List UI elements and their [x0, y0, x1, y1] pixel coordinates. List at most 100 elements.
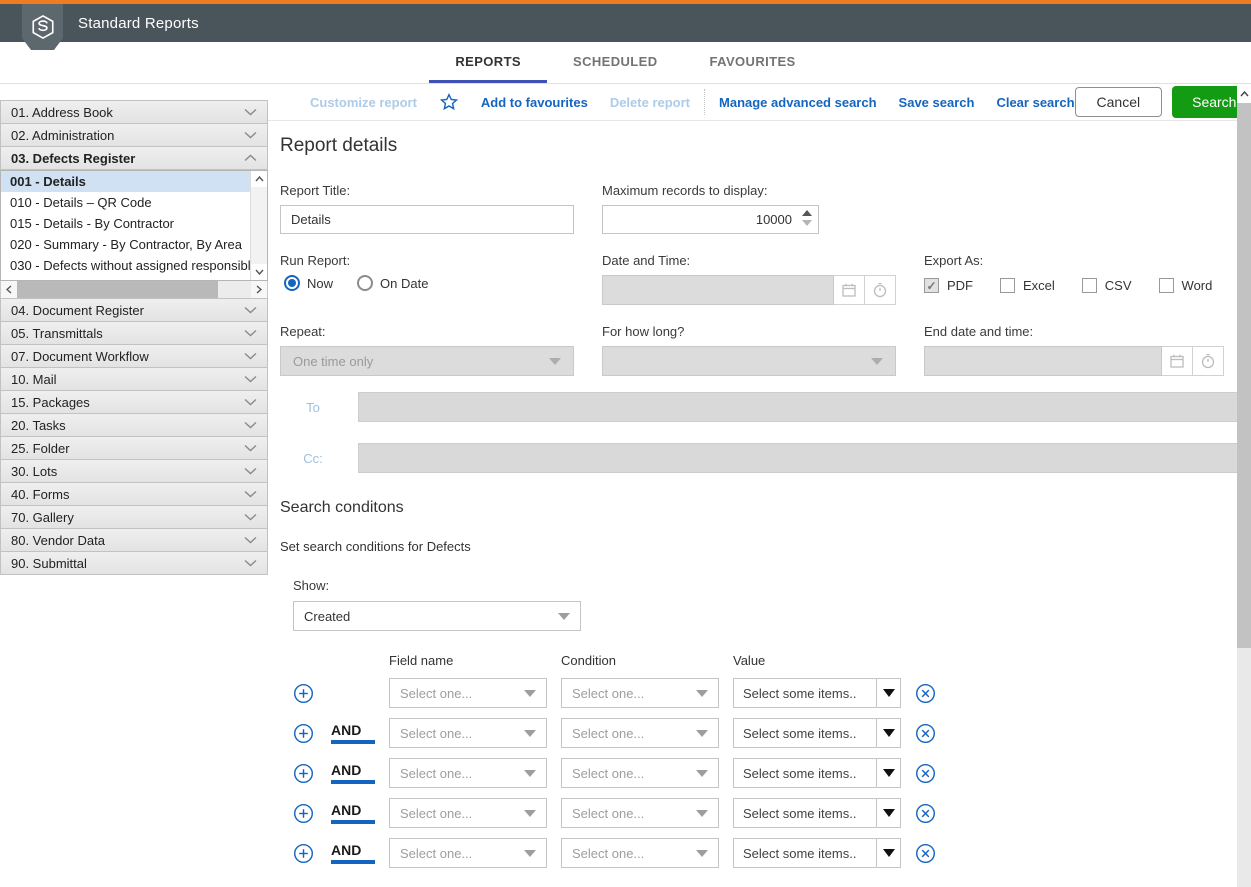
remove-condition-icon[interactable]: [915, 723, 939, 744]
manage-advanced-search-button[interactable]: Manage advanced search: [719, 95, 877, 110]
report-title-input[interactable]: [280, 205, 574, 234]
calendar-icon[interactable]: [834, 275, 865, 305]
add-to-favourites-button[interactable]: Add to favourites: [481, 95, 588, 110]
scroll-left-icon[interactable]: [1, 281, 17, 298]
condition-select[interactable]: Select one...: [561, 798, 719, 828]
run-on-date-radio[interactable]: On Date: [357, 275, 428, 291]
sidebar-item-tasks[interactable]: 20. Tasks: [0, 413, 268, 437]
value-multiselect[interactable]: Select some items..: [733, 678, 901, 708]
run-now-radio[interactable]: Now: [284, 275, 333, 291]
chevron-down-icon: [882, 769, 895, 777]
condition-select[interactable]: Select one...: [561, 838, 719, 868]
sidebar-item-packages[interactable]: 15. Packages: [0, 390, 268, 414]
list-vertical-scrollbar[interactable]: [250, 171, 267, 280]
show-select[interactable]: Created: [293, 601, 581, 631]
add-condition-icon[interactable]: [293, 723, 317, 744]
dropdown-button[interactable]: [876, 839, 900, 867]
dropdown-button[interactable]: [876, 679, 900, 707]
chevron-down-icon: [244, 444, 257, 452]
add-condition-icon[interactable]: [293, 843, 317, 864]
export-excel-checkbox[interactable]: Excel: [1000, 278, 1055, 293]
field-name-select[interactable]: Select one...: [389, 678, 547, 708]
remove-condition-icon[interactable]: [915, 763, 939, 784]
field-name-select[interactable]: Select one...: [389, 838, 547, 868]
clock-icon[interactable]: [865, 275, 896, 305]
scrollbar-track[interactable]: [17, 281, 251, 298]
sidebar-item-transmittals[interactable]: 05. Transmittals: [0, 321, 268, 345]
sidebar-item-document-register[interactable]: 04. Document Register: [0, 298, 268, 322]
dropdown-button[interactable]: [876, 799, 900, 827]
chevron-down-icon: [244, 352, 257, 360]
clear-search-button[interactable]: Clear search: [996, 95, 1074, 110]
scroll-right-icon[interactable]: [251, 281, 267, 298]
sidebar-item-administration[interactable]: 02. Administration: [0, 123, 268, 147]
condition-select[interactable]: Select one...: [561, 678, 719, 708]
condition-select[interactable]: Select one...: [561, 718, 719, 748]
sidebar-item-forms[interactable]: 40. Forms: [0, 482, 268, 506]
sidebar-item-defects-register[interactable]: 03. Defects Register: [0, 146, 268, 170]
export-word-checkbox[interactable]: Word: [1158, 278, 1212, 293]
add-condition-icon[interactable]: [293, 803, 317, 824]
add-condition-icon[interactable]: [293, 763, 317, 784]
sidebar-item-mail[interactable]: 10. Mail: [0, 367, 268, 391]
list-item[interactable]: 010 - Details – QR Code: [1, 192, 250, 213]
tab-favourites[interactable]: FAVOURITES: [684, 42, 822, 83]
list-item[interactable]: 020 - Summary - By Contractor, By Area: [1, 234, 250, 255]
number-stepper[interactable]: [802, 210, 812, 226]
calendar-icon[interactable]: [1162, 346, 1193, 376]
report-details-heading: Report details: [280, 135, 398, 156]
value-multiselect[interactable]: Select some items..: [733, 758, 901, 788]
sidebar-item-submittal[interactable]: 90. Submittal: [0, 551, 268, 575]
chevron-down-icon: [524, 769, 536, 777]
remove-condition-icon[interactable]: [915, 843, 939, 864]
tab-reports[interactable]: REPORTS: [429, 42, 548, 83]
scrollbar-thumb[interactable]: [17, 281, 219, 298]
list-item[interactable]: 030 - Defects without assigned responsib…: [1, 255, 258, 276]
checkbox-icon: [1000, 278, 1015, 293]
save-search-button[interactable]: Save search: [899, 95, 975, 110]
sidebar-item-address-book[interactable]: 01. Address Book: [0, 100, 268, 124]
sidebar-item-folder[interactable]: 25. Folder: [0, 436, 268, 460]
add-condition-icon[interactable]: [293, 683, 317, 704]
max-records-input[interactable]: [602, 205, 819, 234]
remove-condition-icon[interactable]: [915, 803, 939, 824]
dropdown-button[interactable]: [876, 759, 900, 787]
search-conditions-heading: Search conditons: [280, 499, 404, 516]
and-operator-toggle[interactable]: AND: [331, 762, 375, 784]
list-horizontal-scrollbar[interactable]: [0, 281, 268, 299]
cancel-button[interactable]: Cancel: [1074, 87, 1163, 117]
sidebar-item-lots[interactable]: 30. Lots: [0, 459, 268, 483]
condition-select[interactable]: Select one...: [561, 758, 719, 788]
list-item[interactable]: 015 - Details - By Contractor: [1, 213, 250, 234]
scroll-up-icon[interactable]: [251, 171, 267, 187]
export-csv-checkbox[interactable]: CSV: [1081, 278, 1132, 293]
sidebar-item-vendor-data[interactable]: 80. Vendor Data: [0, 528, 268, 552]
sidebar-item-document-workflow[interactable]: 07. Document Workflow: [0, 344, 268, 368]
field-name-select[interactable]: Select one...: [389, 718, 547, 748]
tab-scheduled[interactable]: SCHEDULED: [547, 42, 684, 83]
and-operator-toggle[interactable]: AND: [331, 722, 375, 744]
scroll-up-icon[interactable]: [1237, 85, 1251, 103]
value-multiselect[interactable]: Select some items..: [733, 798, 901, 828]
export-pdf-checkbox[interactable]: PDF: [924, 278, 973, 293]
main-vertical-scrollbar[interactable]: [1237, 85, 1251, 887]
value-multiselect[interactable]: Select some items..: [733, 838, 901, 868]
field-name-select[interactable]: Select one...: [389, 758, 547, 788]
and-operator-toggle[interactable]: AND: [331, 802, 375, 824]
value-multiselect[interactable]: Select some items..: [733, 718, 901, 748]
scrollbar-thumb[interactable]: [1237, 103, 1251, 649]
sidebar-item-gallery[interactable]: 70. Gallery: [0, 505, 268, 529]
customize-report-button[interactable]: Customize report: [310, 95, 417, 110]
remove-condition-icon[interactable]: [915, 683, 939, 704]
chevron-down-icon: [244, 329, 257, 337]
delete-report-button[interactable]: Delete report: [610, 95, 690, 110]
clock-icon[interactable]: [1193, 346, 1224, 376]
scroll-down-icon[interactable]: [251, 264, 267, 280]
condition-row: AND Select one... Select one... Select s…: [293, 798, 1251, 828]
dropdown-button[interactable]: [876, 719, 900, 747]
field-name-select[interactable]: Select one...: [389, 798, 547, 828]
chevron-down-icon: [882, 809, 895, 817]
favourite-star-icon[interactable]: [439, 92, 459, 112]
list-item[interactable]: 001 - Details: [1, 171, 250, 192]
and-operator-toggle[interactable]: AND: [331, 842, 375, 864]
